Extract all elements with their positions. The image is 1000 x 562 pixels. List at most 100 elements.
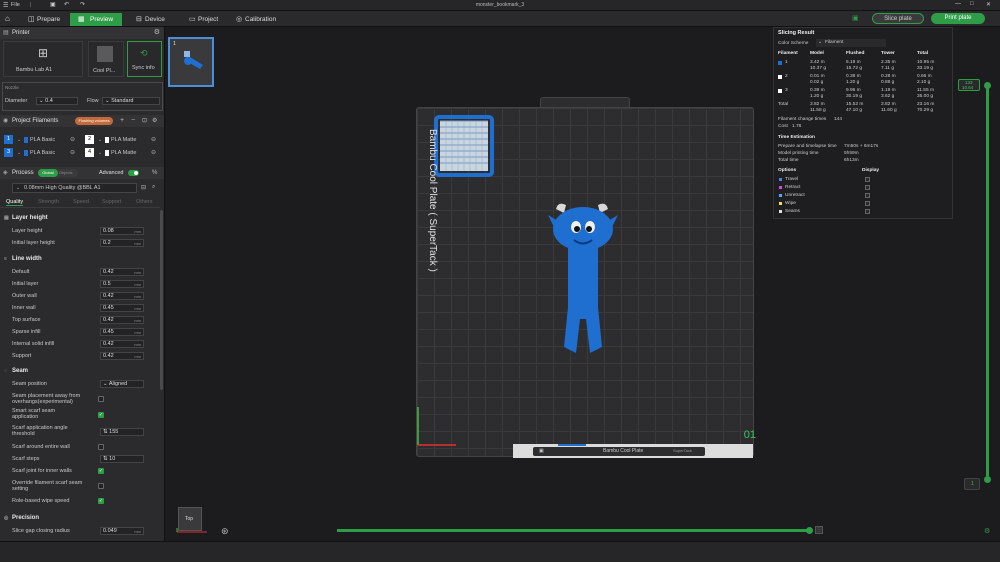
unretract-display-checkbox[interactable] xyxy=(865,193,870,198)
layer-height-input[interactable]: 0.08 mm xyxy=(100,227,144,235)
flushing-volumes-button[interactable]: Flushing volumes xyxy=(75,117,113,125)
top-surface-width-input[interactable]: 0.42 mm xyxy=(100,316,144,324)
plate-thumbnail-card[interactable]: 1 xyxy=(168,37,214,87)
print-plate-button[interactable]: Print plate xyxy=(931,13,985,24)
filament-swatch xyxy=(778,75,782,79)
monster-model xyxy=(548,203,618,353)
move-slider-menu[interactable]: ⋮ xyxy=(815,526,823,534)
diameter-select[interactable]: ⌄ 0.4 xyxy=(36,97,78,105)
cell: 2.35 m xyxy=(881,60,896,65)
sync-info-button[interactable]: ⟲ Sync info xyxy=(127,41,162,77)
edit-filament-icon[interactable]: ⊖ xyxy=(70,136,75,143)
remove-filament-icon[interactable]: − xyxy=(131,115,135,127)
wipe-display-checkbox[interactable] xyxy=(865,201,870,206)
printer-settings-icon[interactable]: ⚙ xyxy=(154,27,160,39)
close-icon[interactable]: ✕ xyxy=(986,1,991,8)
tab-support[interactable]: Support xyxy=(102,199,121,205)
add-filament-icon[interactable]: + xyxy=(120,115,124,127)
plate-selector[interactable]: Cool Pl... xyxy=(88,41,124,77)
option-label: Seams xyxy=(785,209,800,214)
scarf-around-wall-checkbox[interactable] xyxy=(98,444,104,450)
inner-wall-width-input[interactable]: 0.45 mm xyxy=(100,304,144,312)
internal-solid-infill-width-input[interactable]: 0.42 mm xyxy=(100,340,144,348)
outer-wall-width-input[interactable]: 0.42 mm xyxy=(100,292,144,300)
sync-label: Sync info xyxy=(132,65,155,71)
edit-filament-icon[interactable]: ⊖ xyxy=(151,136,156,143)
filament-settings-icon[interactable]: ⚙ xyxy=(152,115,157,127)
printer-icon: ▤ xyxy=(3,30,9,36)
filament-color xyxy=(105,137,109,143)
process-preset-select[interactable]: ⌄ 0.08mm High Quality @BBL A1 xyxy=(12,183,137,193)
smart-scarf-checkbox[interactable]: ✓ xyxy=(98,412,104,418)
color-scheme-select[interactable]: ⌄ Filament xyxy=(816,39,886,47)
plate-label-bar: ▣ Bambu Cool Plate SuperTack xyxy=(513,444,753,458)
settings-scrollbar[interactable] xyxy=(160,210,163,390)
seam-overhangs-checkbox[interactable] xyxy=(98,396,104,402)
edit-filament-icon[interactable]: ⊖ xyxy=(70,149,75,156)
tab-strength[interactable]: Strength xyxy=(38,199,59,205)
scarf-angle-input[interactable]: ⇅ 155 xyxy=(100,428,144,436)
filament-slot-1[interactable]: 1 ⌄ PLA Basic ⊖ xyxy=(3,135,81,145)
initial-layer-width-input[interactable]: 0.5 mm xyxy=(100,280,144,288)
edit-filament-icon[interactable]: ⊖ xyxy=(151,149,156,156)
save-preset-icon[interactable]: ⊟ xyxy=(141,184,146,191)
initial-layer-height-input[interactable]: 0.2 mm xyxy=(100,239,144,247)
printer-selector[interactable]: ⊞ Bambu Lab A1 xyxy=(3,41,83,77)
col-header: Tower xyxy=(881,51,895,56)
tab-quality[interactable]: Quality xyxy=(6,199,24,206)
cell: 33.19 g xyxy=(917,66,934,71)
plate-view-icon[interactable]: ▣ xyxy=(852,14,859,22)
maximize-icon[interactable]: □ xyxy=(970,1,974,7)
tab-preview[interactable]: ▦ Preview xyxy=(70,13,122,26)
total-time-value: 6h13m xyxy=(844,158,859,163)
tab-project[interactable]: ▭ Project xyxy=(187,13,227,26)
global-objects-toggle[interactable]: Global Objects xyxy=(38,169,78,177)
seam-position-select[interactable]: ⌄ Aligned xyxy=(100,380,144,388)
home-icon[interactable]: ⌂ xyxy=(5,14,10,23)
flow-select[interactable]: ⌄ Standard xyxy=(102,97,160,105)
filament-slot-4[interactable]: 4 ⌄ PLA Matte ⊖ xyxy=(84,148,162,158)
scarf-inner-walls-checkbox[interactable]: ✓ xyxy=(98,468,104,474)
filament-sync-icon[interactable]: ⊡ xyxy=(142,115,147,127)
move-slider-track[interactable] xyxy=(337,529,809,532)
model-time-label: Model printing time xyxy=(778,151,819,156)
cost-value: 1.76 xyxy=(792,124,802,129)
filament-slot-3[interactable]: 3 ⌄ PLA Basic ⊖ xyxy=(3,148,81,158)
setting-label: Top surface xyxy=(12,317,41,323)
dropdown-icon: ⌄ xyxy=(98,150,103,156)
setting-label: Internal solid infill xyxy=(12,341,55,347)
role-based-wipe-checkbox[interactable]: ✓ xyxy=(98,498,104,504)
tab-speed[interactable]: Speed xyxy=(73,199,89,205)
slider-settings-icon[interactable]: ⚙ xyxy=(984,527,990,535)
tab-prepare[interactable]: ◫ Prepare xyxy=(26,13,66,26)
filament-slot-2[interactable]: 2 ⌄ PLA Matte ⊖ xyxy=(84,135,162,145)
travel-display-checkbox[interactable] xyxy=(865,177,870,182)
default-width-input[interactable]: 0.42 mm xyxy=(100,268,144,276)
scarf-steps-input[interactable]: ⇅ 10 xyxy=(100,455,144,463)
setting-label: Scarf steps xyxy=(12,456,40,462)
support-width-input[interactable]: 0.42 mm xyxy=(100,352,144,360)
reset-view-icon[interactable]: ⊛ xyxy=(221,526,229,537)
main-tab-bar: ⌂ ◫ Prepare ▦ Preview ⊟ Device ▭ Project ◎ Ca… xyxy=(0,11,1000,27)
tab-device[interactable]: ⊟ Device xyxy=(134,13,174,26)
slice-gap-input[interactable]: 0.049 mm xyxy=(100,527,144,535)
retract-display-checkbox[interactable] xyxy=(865,185,870,190)
minimize-icon[interactable]: — xyxy=(955,1,961,7)
seams-display-checkbox[interactable] xyxy=(865,209,870,214)
layer-bottom-handle[interactable] xyxy=(984,476,991,483)
override-scarf-checkbox[interactable] xyxy=(98,483,104,489)
wipe-swatch xyxy=(779,202,782,205)
slice-plate-button[interactable]: Slice plate xyxy=(872,13,924,24)
sparse-infill-width-input[interactable]: 0.45 mm xyxy=(100,328,144,336)
advanced-toggle[interactable] xyxy=(128,170,139,176)
axis-gizmo xyxy=(176,528,207,533)
move-slider-handle[interactable] xyxy=(806,527,813,534)
cell: 3.82 m xyxy=(810,102,825,107)
cell: 3.82 m xyxy=(881,102,896,107)
tab-others[interactable]: Others xyxy=(136,199,153,205)
advanced-label: Advanced xyxy=(99,170,124,176)
layer-slider-track[interactable] xyxy=(986,88,989,476)
tab-calibration[interactable]: ◎ Calibration xyxy=(234,13,284,26)
percent-icon[interactable]: % xyxy=(152,167,157,179)
search-icon[interactable]: ⌕ xyxy=(152,184,155,191)
